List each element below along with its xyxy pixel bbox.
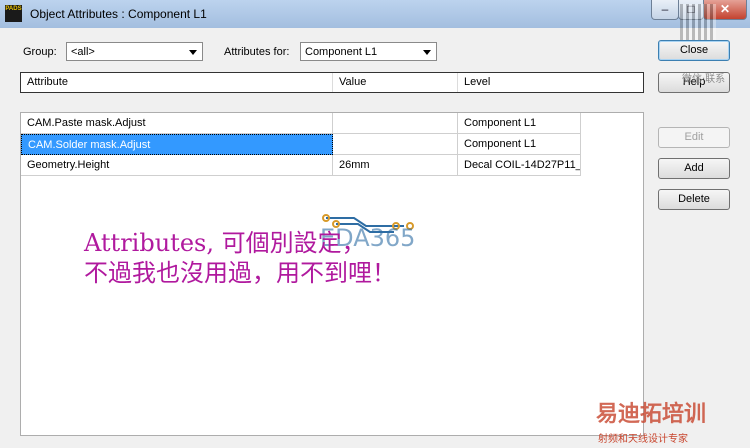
edit-button[interactable]: Edit — [658, 127, 730, 148]
attributes-for-label: Attributes for: — [224, 46, 290, 58]
annotation-line-1: Attributes, 可個別設定， — [84, 229, 366, 257]
table-row[interactable]: Geometry.Height 26mm Decal COIL-14D27P11… — [21, 155, 643, 176]
value-cell[interactable] — [333, 113, 458, 134]
app-icon: PADS — [5, 5, 22, 22]
delete-button[interactable]: Delete — [658, 189, 730, 210]
title-bar[interactable]: PADS Object Attributes : Component L1 – … — [0, 0, 750, 28]
group-label: Group: — [23, 46, 57, 58]
column-header-attribute[interactable]: Attribute — [21, 73, 333, 92]
annotation-line-2: 不過我也沒用過，用不到哩！ — [84, 259, 396, 287]
table-header: Attribute Value Level — [20, 72, 644, 93]
column-header-value[interactable]: Value — [333, 73, 458, 92]
chevron-down-icon — [423, 50, 431, 55]
attributes-for-dropdown[interactable]: Component L1 — [300, 42, 437, 61]
add-button[interactable]: Add — [658, 158, 730, 179]
brand-sub-watermark: 射频和天线设计专家 — [598, 434, 688, 445]
object-attributes-window: PADS Object Attributes : Component L1 – … — [0, 0, 750, 448]
group-value: <all> — [71, 46, 95, 58]
column-header-level[interactable]: Level — [458, 73, 643, 92]
table-row[interactable]: CAM.Solder mask.Adjust Component L1 — [21, 134, 643, 155]
level-cell[interactable]: Component L1 — [458, 113, 581, 134]
level-cell[interactable]: Component L1 — [458, 134, 581, 155]
group-dropdown[interactable]: <all> — [66, 42, 203, 61]
attribute-cell[interactable]: Geometry.Height — [21, 155, 333, 176]
window-title: Object Attributes : Component L1 — [30, 7, 207, 21]
value-cell[interactable] — [333, 134, 458, 155]
close-button[interactable]: Close — [658, 40, 730, 61]
attributes-for-value: Component L1 — [305, 46, 378, 58]
table-row[interactable]: CAM.Paste mask.Adjust Component L1 — [21, 113, 643, 134]
attribute-cell[interactable]: CAM.Paste mask.Adjust — [21, 113, 333, 134]
minimize-button[interactable]: – — [651, 0, 679, 20]
app-icon-label: PADS — [5, 6, 22, 12]
qr-code-icon — [680, 4, 716, 40]
brand-watermark: 易迪拓培训 — [596, 402, 707, 427]
attribute-cell-selected[interactable]: CAM.Solder mask.Adjust — [21, 134, 333, 155]
level-cell[interactable]: Decal COIL-14D27P11_ — [458, 155, 581, 176]
wechat-watermark: 微信·联系 — [682, 74, 726, 85]
chevron-down-icon — [189, 50, 197, 55]
value-cell[interactable]: 26mm — [333, 155, 458, 176]
